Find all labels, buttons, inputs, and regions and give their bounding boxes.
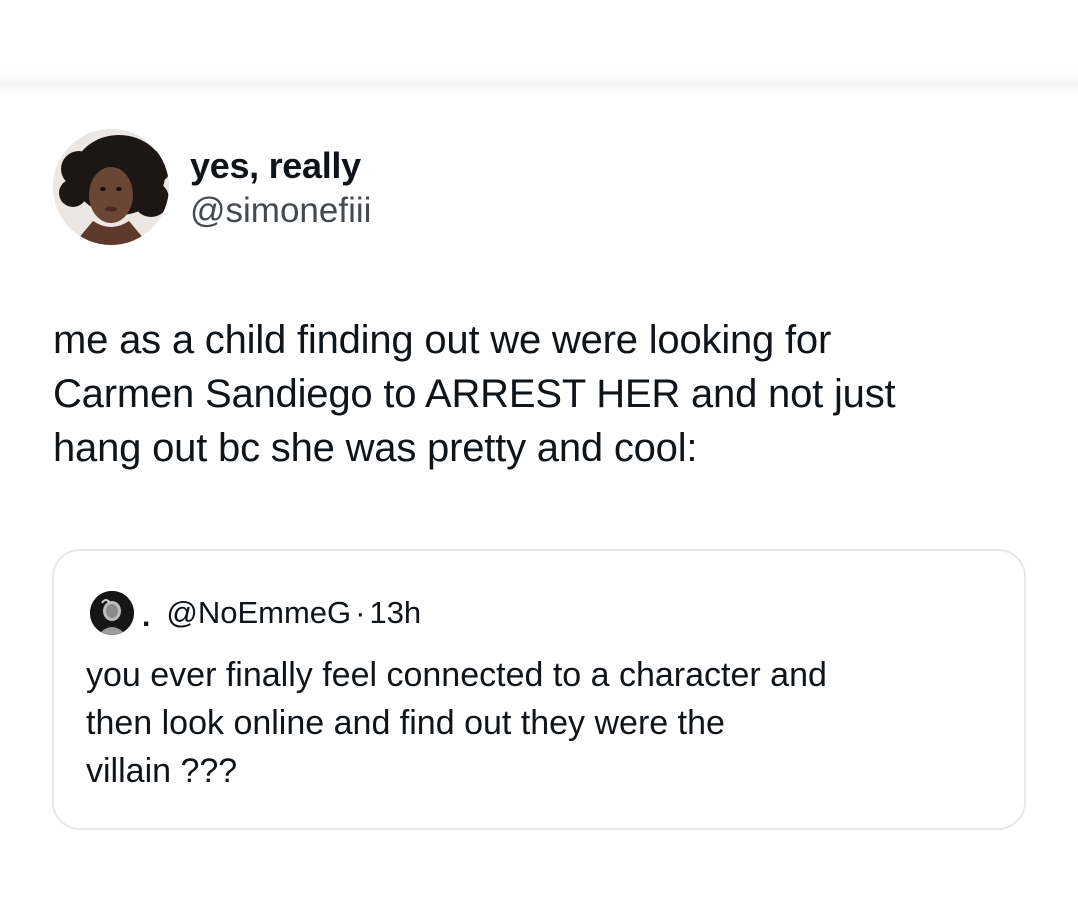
quoted-timestamp[interactable]: 13h [369,595,421,631]
tweet[interactable]: yes, really @simonefiii me as a child fi… [0,0,1078,906]
quoted-tweet-card[interactable]: . @NoEmmeG · 13h you ever finally feel c… [52,549,1026,830]
quoted-handle[interactable]: @NoEmmeG [166,595,351,631]
quoted-tweet-text: you ever finally feel connected to a cha… [86,656,827,790]
tweet-text: me as a child finding out we were lookin… [53,318,896,470]
author-display-name[interactable]: yes, really [190,145,371,187]
quoted-author-avatar[interactable] [90,591,134,635]
author-avatar[interactable] [53,129,169,245]
quoted-tweet-header: . @NoEmmeG · 13h [90,591,421,635]
quoted-display-name[interactable]: . [142,600,150,634]
author-handle[interactable]: @simonefiii [190,189,371,233]
author-names: yes, really @simonefiii [190,145,371,233]
profile-photo-icon [53,129,169,245]
profile-photo-dark-icon [90,591,134,635]
separator-dot: · [355,595,366,630]
